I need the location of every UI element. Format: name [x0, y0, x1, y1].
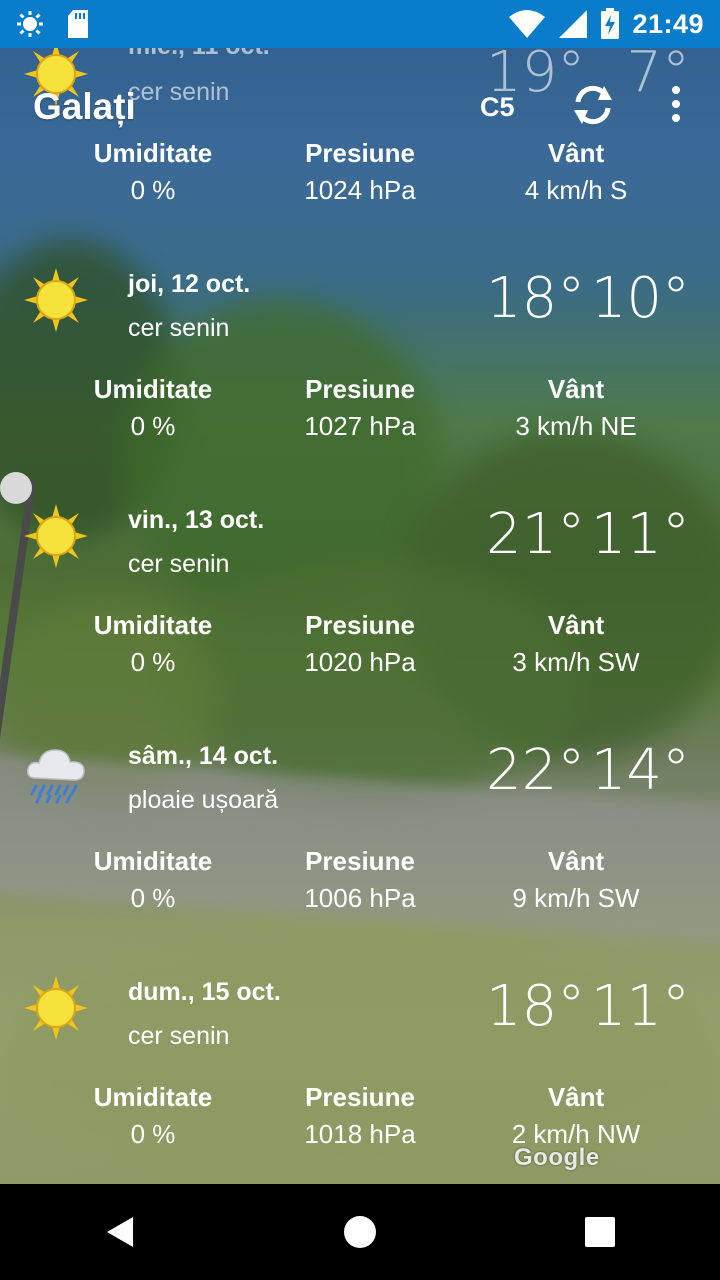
humidity-value: 0 % [130, 411, 176, 441]
sdcard-icon [68, 10, 88, 38]
pressure-label: Presiune [305, 1082, 415, 1112]
wind-label: Vânt [547, 610, 605, 640]
humidity-label: Umiditate [93, 846, 213, 876]
pressure-value: 1020 hPa [304, 647, 416, 677]
sun-icon [24, 976, 88, 1040]
back-button[interactable] [90, 1202, 150, 1262]
status-bar: 21:49 [0, 0, 720, 48]
pressure-label: Presiune [305, 374, 415, 404]
forecast-temp-min: 10° [590, 266, 690, 331]
wind-label: Vânt [547, 846, 605, 876]
rain-cloud-icon [26, 749, 85, 804]
humidity-value: 0 % [130, 883, 176, 913]
wind-value: 4 km/h S [524, 175, 628, 205]
humidity-value: 0 % [130, 1119, 176, 1149]
back-icon [107, 1217, 133, 1247]
forecast-temp-max: 18° [486, 266, 586, 331]
home-icon [344, 1216, 376, 1248]
pressure-label: Presiune [305, 846, 415, 876]
forecast-condition: cer senin [128, 78, 230, 106]
wind-label: Vânt [547, 138, 605, 168]
wind-label: Vânt [547, 1082, 605, 1112]
forecast-temp-min: 11° [590, 502, 690, 567]
battery-charging-icon [601, 8, 620, 39]
sun-icon [24, 504, 88, 568]
wifi-icon [509, 10, 546, 38]
forecast-date: vin., 13 oct. [128, 506, 265, 534]
wind-label: Vânt [547, 374, 605, 404]
signal-icon [559, 10, 588, 38]
pressure-value: 1018 hPa [304, 1119, 416, 1149]
forecast-day[interactable]: vin., 13 oct. cer senin 21° 11° Umiditat… [0, 492, 720, 728]
forecast-condition: cer senin [128, 314, 230, 342]
forecast-day[interactable]: joi, 12 oct. cer senin 18° 10° Umiditate… [0, 256, 720, 492]
humidity-value: 0 % [130, 647, 176, 677]
recents-icon [585, 1217, 615, 1247]
humidity-label: Umiditate [93, 374, 213, 404]
forecast-temp-max: 22° [486, 738, 586, 803]
forecast-day[interactable]: dum., 15 oct. cer senin 18° 11° Umiditat… [0, 964, 720, 1200]
pressure-value: 1024 hPa [304, 175, 416, 205]
pressure-value: 1006 hPa [304, 883, 416, 913]
forecast-day[interactable]: sâm., 14 oct. ploaie ușoară 22° 14° Umid… [0, 728, 720, 964]
pressure-value: 1027 hPa [304, 411, 416, 441]
forecast-date: sâm., 14 oct. [128, 742, 279, 770]
refresh-icon[interactable] [568, 80, 618, 130]
forecast-day[interactable]: mie., 11 oct. cer senin 19° 7° Umiditate… [0, 32, 720, 276]
forecast-temp-max: 21° [486, 502, 586, 567]
recents-button[interactable] [570, 1202, 630, 1262]
forecast-date: dum., 15 oct. [128, 978, 281, 1006]
humidity-label: Umiditate [93, 138, 213, 168]
google-attribution: Google [514, 1144, 600, 1171]
humidity-label: Umiditate [93, 610, 213, 640]
forecast-temp-min: 11° [590, 974, 690, 1039]
more-vert-icon[interactable] [656, 80, 696, 130]
status-time: 21:49 [632, 8, 704, 39]
forecast-temp-min: 14° [590, 738, 690, 803]
pressure-label: Presiune [305, 610, 415, 640]
city-title[interactable]: Galați [33, 86, 136, 128]
humidity-label: Umiditate [93, 1082, 213, 1112]
wind-value: 3 km/h NE [515, 411, 637, 441]
navigation-bar [0, 1184, 720, 1280]
forecast-list[interactable]: mie., 11 oct. cer senin 19° 7° Umiditate… [0, 0, 720, 1184]
forecast-condition: cer senin [128, 1022, 230, 1050]
humidity-value: 0 % [130, 175, 176, 205]
forecast-temp-max: 18° [486, 974, 586, 1039]
forecast-condition: ploaie ușoară [128, 786, 279, 814]
sun-icon [24, 268, 88, 332]
forecast-condition: cer senin [128, 550, 230, 578]
home-button[interactable] [330, 1202, 390, 1262]
wind-value: 3 km/h SW [512, 647, 640, 677]
pressure-label: Presiune [305, 138, 415, 168]
weather-icon [17, 11, 43, 37]
forecast-date: joi, 12 oct. [128, 270, 251, 298]
wind-value: 9 km/h SW [512, 883, 640, 913]
location-code[interactable]: C5 [480, 92, 515, 123]
